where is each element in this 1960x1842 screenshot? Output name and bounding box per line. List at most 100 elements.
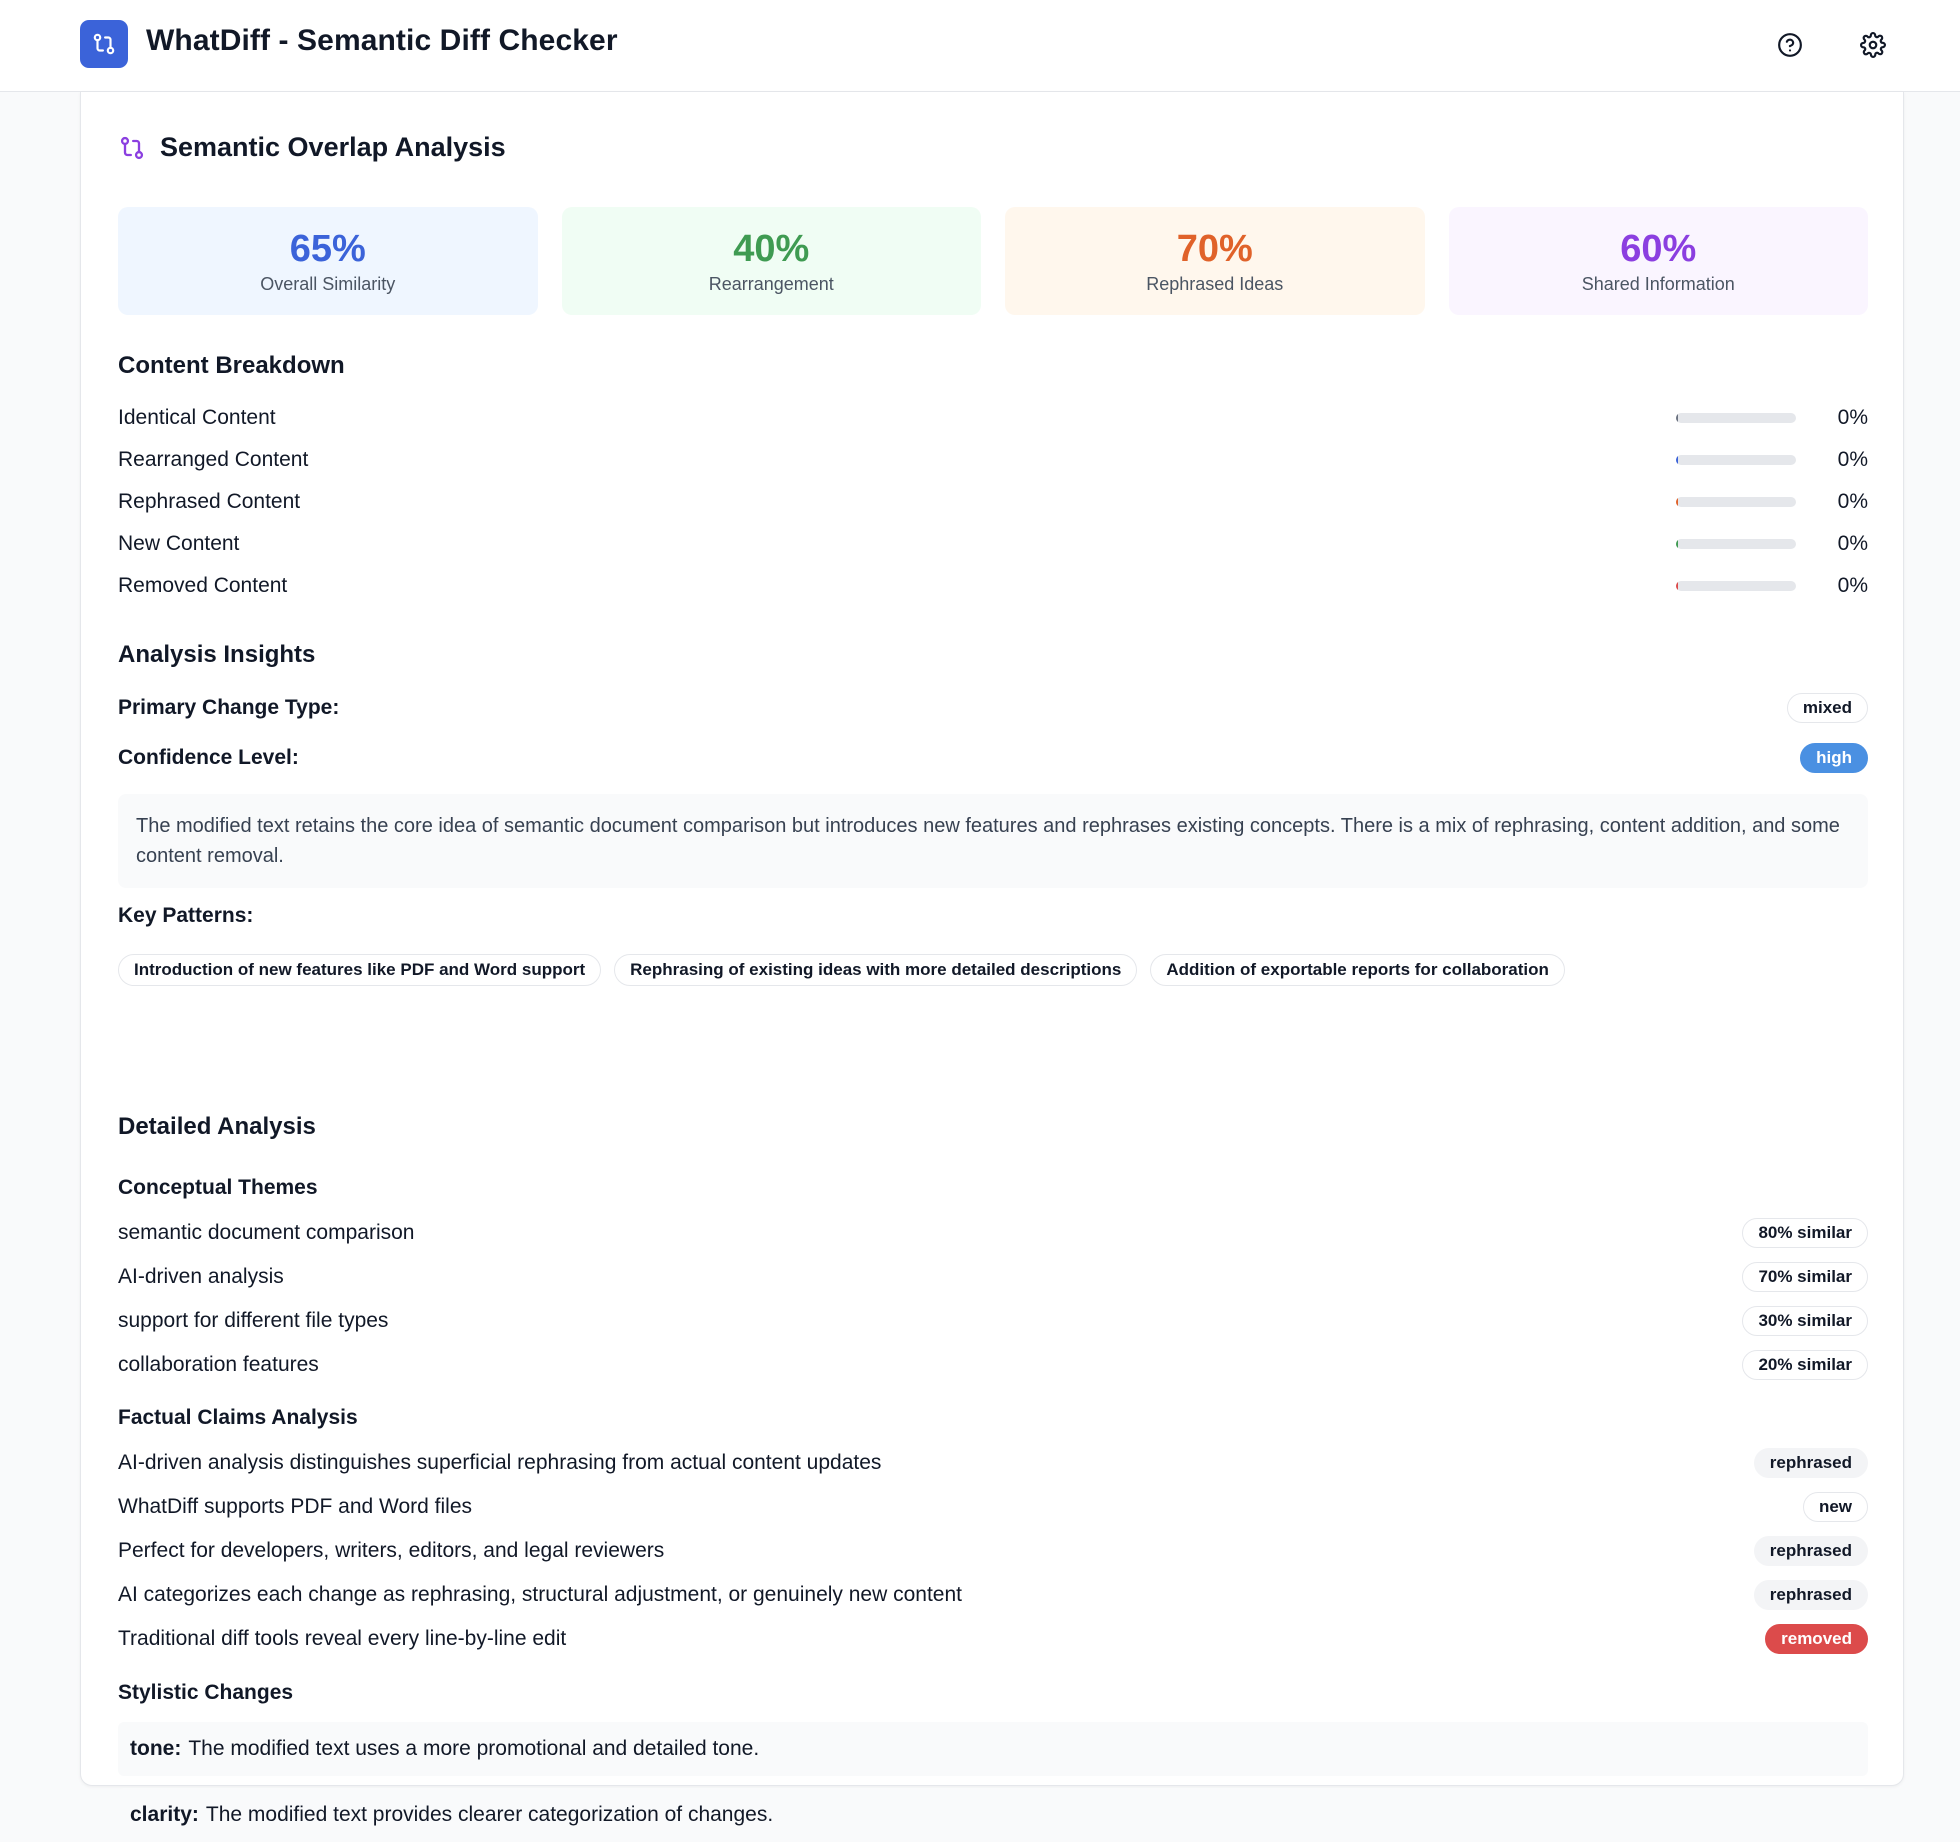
claim-badge: rephrased: [1753, 1448, 1868, 1478]
stat-label: Rephrased Ideas: [1146, 273, 1284, 294]
stat-value: 60%: [1620, 227, 1697, 270]
breakdown-pct: 0%: [1837, 406, 1868, 429]
theme-row: AI-driven analysis 70% similar: [118, 1256, 1868, 1298]
progress-fill: [1676, 581, 1678, 591]
stylistic-text: The modified text provides clearer categ…: [205, 1803, 774, 1826]
theme-row: semantic document comparison 80% similar: [118, 1212, 1868, 1254]
progress-bar: [1676, 581, 1796, 591]
progress-fill: [1676, 455, 1678, 465]
claim-badge: removed: [1765, 1624, 1868, 1654]
breakdown-pct: 0%: [1837, 448, 1868, 471]
primary-change-badge: mixed: [1786, 693, 1868, 723]
progress-fill: [1676, 413, 1678, 423]
stats-row: 65% Overall Similarity 40% Rearrangement…: [118, 207, 1868, 315]
claim-badge: new: [1802, 1492, 1868, 1522]
stylistic-item: clarity: The modified text provides clear…: [118, 1788, 1868, 1842]
progress-bar: [1676, 539, 1796, 549]
stat-value: 70%: [1176, 227, 1253, 270]
insights-title: Analysis Insights: [118, 641, 316, 668]
gear-icon: [1860, 32, 1886, 58]
stat-label: Overall Similarity: [260, 273, 396, 294]
pattern-tag: Rephrasing of existing ideas with more d…: [614, 954, 1138, 986]
stylistic-key: clarity:: [130, 1803, 199, 1826]
breakdown-row: Identical Content 0%: [118, 397, 1868, 439]
claim-label: AI categorizes each change as rephrasing…: [118, 1583, 962, 1606]
theme-label: support for different file types: [118, 1309, 389, 1332]
breakdown-pct: 0%: [1837, 574, 1868, 597]
claims-title: Factual Claims Analysis: [118, 1406, 358, 1429]
breakdown-label: Rephrased Content: [118, 490, 301, 513]
claim-row: AI-driven analysis distinguishes superfi…: [118, 1442, 1868, 1484]
analysis-header: Semantic Overlap Analysis: [118, 132, 506, 163]
claim-row: AI categorizes each change as rephrasing…: [118, 1574, 1868, 1616]
key-patterns: Introduction of new features like PDF an…: [118, 954, 1565, 986]
claim-row: Traditional diff tools reveal every line…: [118, 1618, 1868, 1660]
claim-label: WhatDiff supports PDF and Word files: [118, 1495, 473, 1518]
breakdown-row: New Content 0%: [118, 523, 1868, 565]
claim-label: Traditional diff tools reveal every line…: [118, 1627, 567, 1650]
breakdown-label: Rearranged Content: [118, 448, 309, 471]
claim-label: Perfect for developers, writers, editors…: [118, 1539, 665, 1562]
stat-value: 40%: [733, 227, 810, 270]
stat-rearrangement: 40% Rearrangement: [561, 207, 981, 315]
stylistic-key: tone:: [130, 1737, 182, 1760]
themes-title: Conceptual Themes: [118, 1176, 318, 1199]
app-logo[interactable]: [80, 20, 128, 68]
stylistic-title: Stylistic Changes: [118, 1681, 294, 1704]
theme-row: collaboration features 20% similar: [118, 1344, 1868, 1386]
claim-row: WhatDiff supports PDF and Word files new: [118, 1486, 1868, 1528]
stat-overall-similarity: 65% Overall Similarity: [118, 207, 538, 315]
confidence-label: Confidence Level:: [118, 746, 299, 769]
app-title: WhatDiff - Semantic Diff Checker: [146, 24, 618, 57]
claim-row: Perfect for developers, writers, editors…: [118, 1530, 1868, 1572]
top-bar: WhatDiff - Semantic Diff Checker: [0, 0, 1960, 92]
primary-change-label: Primary Change Type:: [118, 696, 340, 719]
stat-label: Shared Information: [1581, 273, 1735, 294]
progress-bar: [1676, 455, 1796, 465]
analysis-title: Semantic Overlap Analysis: [160, 132, 506, 162]
stat-shared-information: 60% Shared Information: [1448, 207, 1868, 315]
confidence-badge: high: [1800, 743, 1868, 773]
stylistic-text: The modified text uses a more promotiona…: [188, 1737, 760, 1760]
breakdown-row: Removed Content 0%: [118, 565, 1868, 607]
theme-label: semantic document comparison: [118, 1221, 415, 1244]
insight-summary: The modified text retains the core idea …: [118, 794, 1868, 888]
theme-label: AI-driven analysis: [118, 1265, 284, 1288]
breakdown-pct: 0%: [1837, 532, 1868, 555]
similarity-badge: 30% similar: [1742, 1306, 1868, 1336]
stat-rephrased-ideas: 70% Rephrased Ideas: [1005, 207, 1425, 315]
claim-badge: rephrased: [1753, 1580, 1868, 1610]
stat-label: Rearrangement: [708, 273, 834, 294]
similarity-badge: 20% similar: [1742, 1350, 1868, 1380]
theme-label: collaboration features: [118, 1353, 319, 1376]
theme-row: support for different file types 30% sim…: [118, 1300, 1868, 1342]
key-patterns-label: Key Patterns:: [118, 904, 254, 927]
breakdown-label: Removed Content: [118, 574, 288, 597]
similarity-badge: 70% similar: [1742, 1262, 1868, 1292]
pattern-tag: Introduction of new features like PDF an…: [118, 954, 602, 986]
progress-fill: [1676, 539, 1678, 549]
progress-fill: [1676, 497, 1678, 507]
breakdown-label: New Content: [118, 532, 240, 555]
claim-badge: rephrased: [1753, 1536, 1868, 1566]
breakdown-row: Rearranged Content 0%: [118, 439, 1868, 481]
similarity-badge: 80% similar: [1742, 1218, 1868, 1248]
confidence-row: Confidence Level: high: [118, 737, 1868, 779]
settings-button[interactable]: [1856, 28, 1890, 62]
breakdown-row: Rephrased Content 0%: [118, 481, 1868, 523]
stat-value: 65%: [289, 227, 366, 270]
help-icon: [1778, 33, 1802, 57]
primary-change-row: Primary Change Type: mixed: [118, 687, 1868, 729]
breakdown-pct: 0%: [1837, 490, 1868, 513]
stylistic-item: tone: The modified text uses a more prom…: [118, 1722, 1868, 1776]
git-compare-icon: [93, 33, 115, 55]
progress-bar: [1676, 497, 1796, 507]
analysis-card: Semantic Overlap Analysis 65% Overall Si…: [80, 92, 1904, 1842]
pattern-tag: Addition of exportable reports for colla…: [1150, 954, 1565, 986]
breakdown-title: Content Breakdown: [118, 352, 345, 379]
git-compare-icon: [120, 136, 144, 159]
help-button[interactable]: [1773, 28, 1807, 62]
progress-bar: [1676, 413, 1796, 423]
breakdown-label: Identical Content: [118, 406, 276, 429]
claim-label: AI-driven analysis distinguishes superfi…: [118, 1451, 882, 1474]
